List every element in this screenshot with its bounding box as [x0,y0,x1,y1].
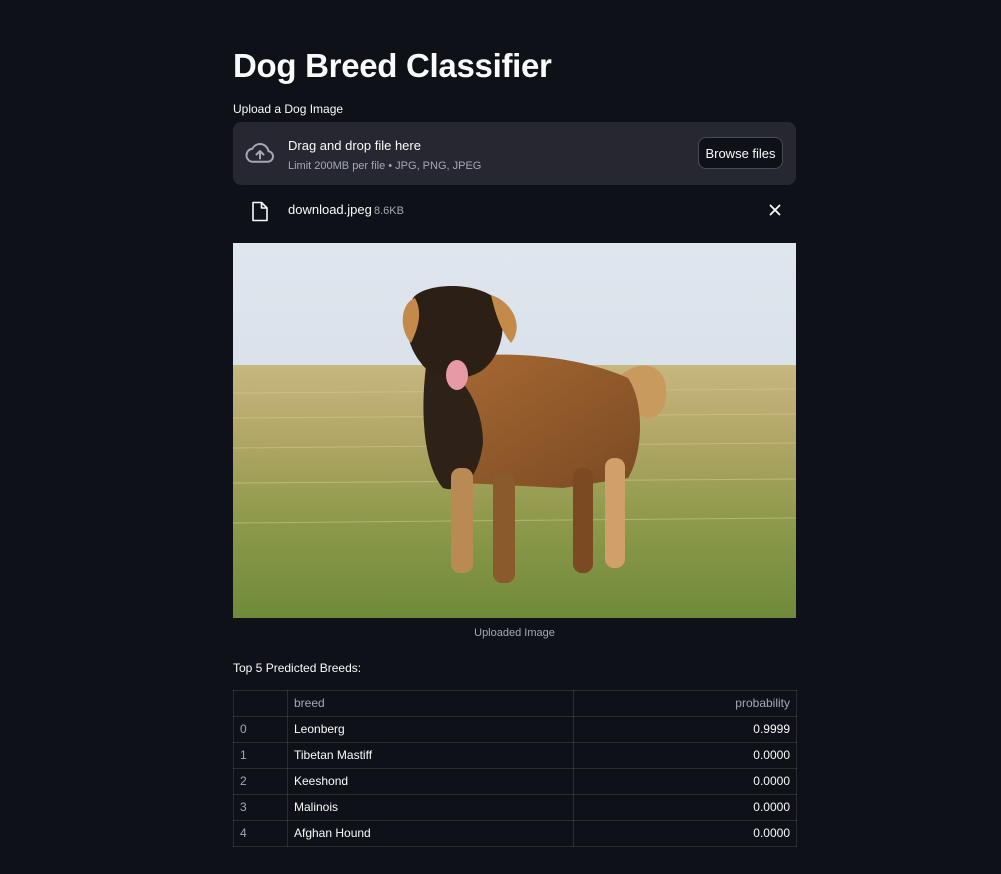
column-header-breed[interactable]: breed [287,690,574,717]
column-header-probability[interactable]: probability [573,690,797,717]
table-row: 0 Leonberg 0.9999 [233,716,797,743]
page-title: Dog Breed Classifier [233,47,552,84]
predictions-table: breed probability 0 Leonberg 0.9999 1 Ti… [233,690,797,847]
file-dropzone[interactable]: Drag and drop file here Limit 200MB per … [233,122,796,185]
table-header-row: breed probability [233,690,797,717]
column-header-index[interactable] [233,690,288,717]
upload-label: Upload a Dog Image [233,102,344,116]
probability-cell: 0.0000 [573,768,797,795]
breed-cell: Malinois [287,794,574,821]
predictions-label: Top 5 Predicted Breeds: [233,661,362,675]
row-index: 4 [233,820,288,847]
table-row: 1 Tibetan Mastiff 0.0000 [233,742,797,769]
file-size: 8.6KB [374,205,404,217]
uploaded-file-row: download.jpeg 8.6KB [233,196,796,226]
row-index: 3 [233,794,288,821]
probability-cell: 0.0000 [573,794,797,821]
row-index: 1 [233,742,288,769]
probability-cell: 0.9999 [573,716,797,743]
image-caption: Uploaded Image [474,627,555,639]
cloud-upload-icon [245,143,274,163]
dropzone-instructions: Drag and drop file here Limit 200MB per … [288,138,481,173]
probability-cell: 0.0000 [573,820,797,847]
close-icon[interactable] [768,203,782,217]
table-row: 4 Afghan Hound 0.0000 [233,820,797,847]
breed-cell: Leonberg [287,716,574,743]
breed-cell: Afghan Hound [287,820,574,847]
breed-cell: Keeshond [287,768,574,795]
file-icon [252,201,268,222]
file-name: download.jpeg [288,202,372,217]
row-index: 2 [233,768,288,795]
dog-photo [233,243,796,618]
probability-cell: 0.0000 [573,742,797,769]
breed-cell: Tibetan Mastiff [287,742,574,769]
row-index: 0 [233,716,288,743]
limit-text: Limit 200MB per file • JPG, PNG, JPEG [288,160,482,172]
drop-text: Drag and drop file here [288,138,421,153]
uploaded-image [233,243,796,618]
table-row: 2 Keeshond 0.0000 [233,768,797,795]
browse-files-button[interactable]: Browse files [698,137,783,169]
table-row: 3 Malinois 0.0000 [233,794,797,821]
